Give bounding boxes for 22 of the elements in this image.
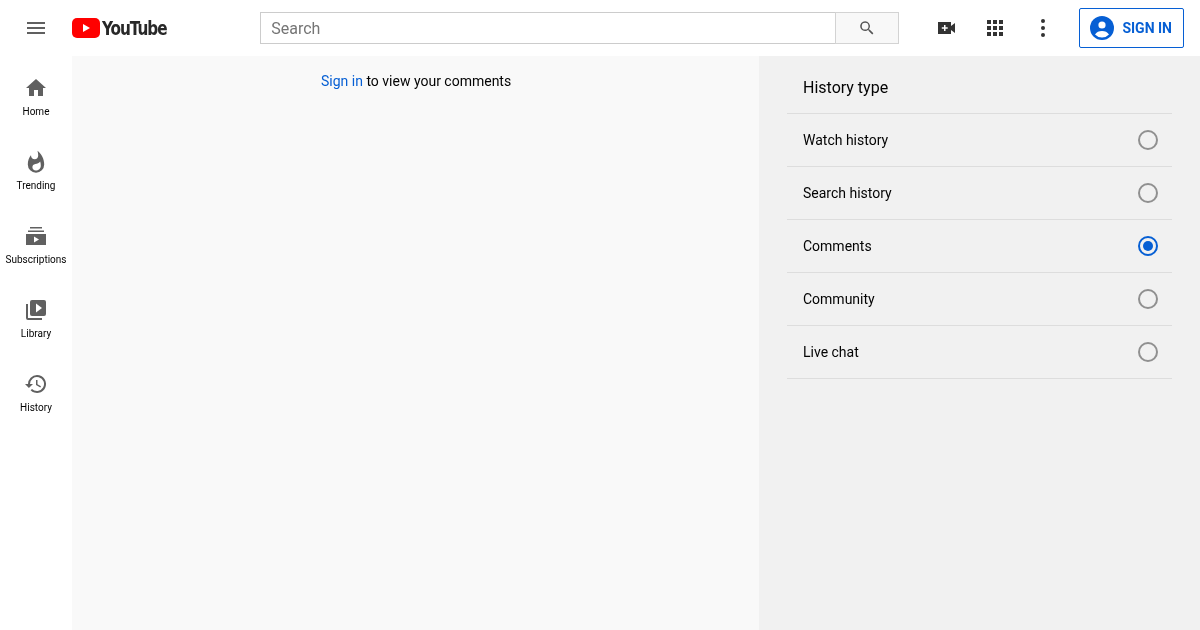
history-type-option[interactable]: Search history bbox=[787, 167, 1172, 220]
radio-button[interactable] bbox=[1138, 130, 1158, 150]
search-field[interactable]: Search bbox=[260, 12, 836, 44]
play-logo-icon bbox=[72, 18, 100, 38]
sign-in-message: Sign in to view your comments bbox=[321, 73, 512, 89]
history-type-option[interactable]: Live chat bbox=[787, 326, 1172, 379]
radio-button[interactable] bbox=[1138, 236, 1158, 256]
clock-history-icon bbox=[24, 372, 48, 396]
account-icon bbox=[1090, 16, 1115, 40]
radio-button[interactable] bbox=[1138, 289, 1158, 309]
history-type-option[interactable]: Watch history bbox=[787, 114, 1172, 167]
logo-text[interactable]: YouTube bbox=[102, 16, 167, 40]
sign-in-link[interactable]: Sign in bbox=[321, 73, 363, 89]
history-type-option[interactable]: Comments bbox=[787, 220, 1172, 273]
radio-button[interactable] bbox=[1138, 183, 1158, 203]
subscription-stack-icon bbox=[24, 224, 48, 248]
history-type-option[interactable]: Community bbox=[787, 273, 1172, 326]
playlist-play-icon bbox=[24, 298, 48, 322]
radio-button[interactable] bbox=[1138, 342, 1158, 362]
panel-title: History type bbox=[802, 77, 890, 99]
sign-in-button[interactable]: SIGN IN bbox=[1079, 8, 1184, 48]
search-button[interactable] bbox=[835, 12, 900, 44]
